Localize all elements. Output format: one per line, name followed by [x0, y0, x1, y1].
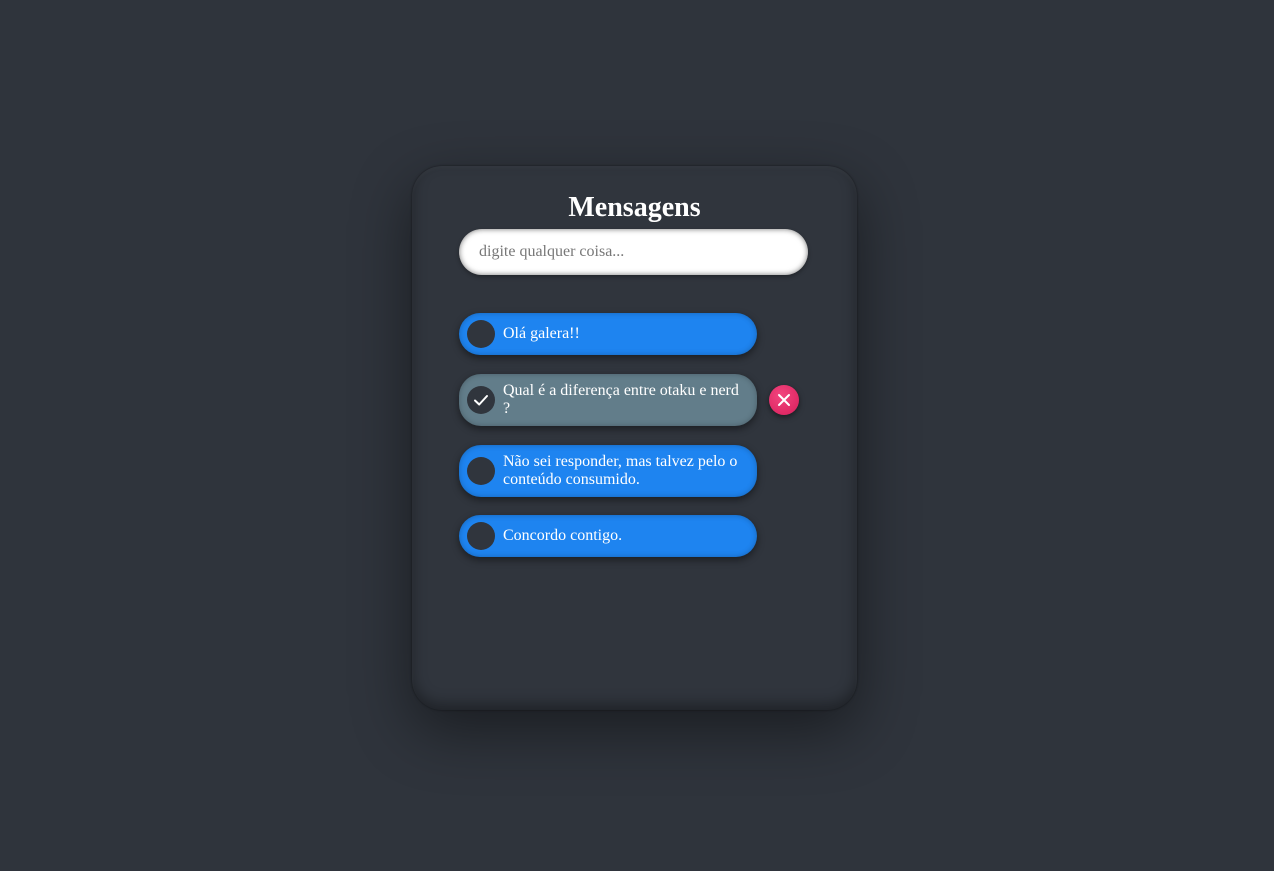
message-text: Olá galera!! — [503, 325, 580, 342]
messages-card: Mensagens Olá galera!! Qual é a diferenç… — [412, 166, 857, 710]
page-title: Mensagens — [568, 192, 701, 223]
toggle-circle-button[interactable] — [467, 320, 495, 348]
message-item[interactable]: Olá galera!! — [459, 313, 757, 355]
toggle-circle-button[interactable] — [467, 457, 495, 485]
message-input[interactable] — [459, 229, 808, 275]
message-item[interactable]: Concordo contigo. — [459, 515, 757, 557]
toggle-circle-button[interactable] — [467, 386, 495, 414]
message-item[interactable]: Não sei responder, mas talvez pelo o con… — [459, 445, 757, 497]
message-item-done[interactable]: Qual é a diferença entre otaku e nerd ? — [459, 374, 757, 426]
close-icon — [778, 394, 790, 406]
message-text: Não sei responder, mas talvez pelo o con… — [503, 453, 738, 488]
message-text: Qual é a diferença entre otaku e nerd ? — [503, 382, 739, 417]
message-input-wrapper — [459, 229, 808, 275]
toggle-circle-button[interactable] — [467, 522, 495, 550]
delete-button[interactable] — [769, 385, 799, 415]
message-text: Concordo contigo. — [503, 527, 623, 544]
check-icon — [474, 395, 488, 406]
